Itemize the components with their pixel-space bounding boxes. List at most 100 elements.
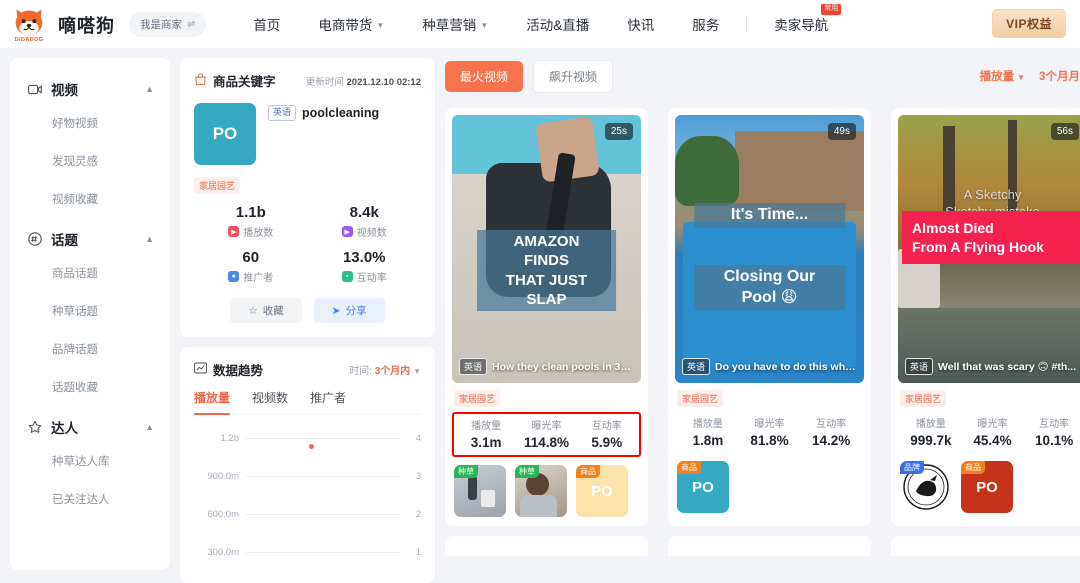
sidebar-item-brand-topic[interactable]: 品牌话题: [10, 330, 170, 368]
nav-item-marketing[interactable]: 种草营销 ▼: [403, 14, 507, 34]
share-button[interactable]: ➤ 分享: [313, 298, 385, 323]
share-icon: ➤: [331, 304, 341, 317]
stat-value: 45.4%: [973, 433, 1012, 448]
y2-tick-label: 3: [415, 471, 421, 482]
sidebar-group-influencer[interactable]: 达人 ▲: [10, 412, 170, 442]
video-caption: 英语 Do you have to do this whe...: [682, 358, 857, 375]
time-range-filter[interactable]: 3个月月: [1039, 68, 1080, 84]
sidebar-item-good-videos[interactable]: 好物视频: [10, 104, 170, 142]
card-title-wrap: 数据趋势: [194, 360, 263, 379]
page-body: 视频 ▲ 好物视频 发现灵感 视频收藏 话题 ▲ 商品话题 种草话题 品牌 话题 …: [0, 48, 1080, 583]
overlay-line: SLAP: [526, 290, 567, 308]
sidebar-group-topic[interactable]: 话题 ▲: [10, 224, 170, 254]
stat-value: 999.7k: [910, 433, 952, 448]
sidebar-group-video[interactable]: 视频 ▲: [10, 74, 170, 104]
stat-value: 14.2%: [812, 433, 851, 448]
stat-label: 视频数: [356, 228, 387, 239]
stat-value: 1.8m: [692, 433, 724, 448]
video-card-partial[interactable]: [668, 536, 871, 556]
video-thumbnail[interactable]: 25s AMAZON FINDS THAT JUST SLAP 英语 How t…: [452, 115, 641, 383]
logo[interactable]: DIDADOG 嘀嗒狗: [8, 6, 115, 43]
tab-label: 播放量: [194, 391, 231, 405]
sidebar-item-influencer-library[interactable]: 种草达人库: [10, 442, 170, 480]
nav-item-events-live[interactable]: 活动&直播: [507, 14, 608, 34]
stat-label-wrap: ▶ 视频数: [308, 224, 422, 239]
video-card[interactable]: 25s AMAZON FINDS THAT JUST SLAP 英语 How t…: [445, 108, 648, 526]
video-thumbnail[interactable]: 49s It's Time... Closing Our Pool 😩 英语 D…: [675, 115, 864, 383]
related-thumb[interactable]: 品牌: [900, 461, 952, 513]
sidebar-item-product-topic[interactable]: 商品话题: [10, 254, 170, 292]
related-thumb[interactable]: 商品 PO: [961, 461, 1013, 513]
gridline: [246, 552, 401, 553]
stat-plays: 1.1b ▶ 播放数: [194, 204, 308, 239]
favorite-button[interactable]: ☆ 收藏: [230, 298, 302, 323]
video-overlay-text: It's Time...: [693, 203, 846, 228]
video-stats: 播放量 3.1m 曝光率 114.8% 互动率 5.9%: [452, 412, 641, 457]
sidebar-item-discover-inspiration[interactable]: 发现灵感: [10, 142, 170, 180]
tab-video-count[interactable]: 视频数: [252, 383, 288, 414]
stat-value: 81.8%: [750, 433, 789, 448]
overlay-line: A Sketchy: [963, 187, 1022, 203]
stat-engagement: 13.0% ▪ 互动率: [308, 249, 422, 284]
overlay-line: Closing Our: [723, 268, 816, 286]
video-card-partial[interactable]: [445, 536, 648, 556]
related-thumb[interactable]: 种草: [454, 465, 506, 517]
trend-tabs: 播放量 视频数 推广者: [194, 383, 421, 415]
vip-button[interactable]: VIP权益: [992, 9, 1066, 38]
trend-time-filter[interactable]: 时间: 3个月内 ▼: [349, 362, 421, 377]
sidebar-item-video-favorites[interactable]: 视频收藏: [10, 180, 170, 218]
main-nav: 首页 电商带货 ▼ 种草营销 ▼ 活动&直播 快讯 服务 卖家导航 常用: [234, 4, 847, 34]
tab-plays[interactable]: 播放量: [194, 383, 231, 415]
chevron-down-icon: ▼: [1017, 73, 1026, 82]
related-thumb[interactable]: 商品 PO: [677, 461, 729, 513]
gridline-2: 900.0m 3: [194, 471, 421, 482]
video-card[interactable]: 56s A Sketchy Sketchy mistake Almost Die…: [891, 108, 1080, 526]
stat-label: 曝光率: [977, 419, 1008, 430]
logo-mark: DIDADOG: [8, 6, 50, 43]
stat-label: 曝光率: [531, 421, 562, 432]
sort-by-plays-filter[interactable]: 播放量 ▼: [980, 68, 1025, 84]
video-filters: 播放量 ▼ 3个月月: [980, 68, 1080, 84]
related-thumb[interactable]: 商品 PO: [576, 465, 628, 517]
related-thumbnails: 品牌 商品 PO: [898, 461, 1080, 513]
thumb-badge: 种草: [454, 465, 478, 479]
overlay-line: FINDS: [523, 252, 569, 270]
sidebar-item-label: 种草达人库: [52, 456, 110, 468]
nav-item-news[interactable]: 快讯: [608, 14, 673, 34]
sidebar-item-topic-favorites[interactable]: 话题收藏: [10, 368, 170, 406]
nav-item-home[interactable]: 首页: [234, 14, 299, 34]
stat-label-wrap: ▪ 互动率: [308, 269, 422, 284]
data-point[interactable]: [309, 444, 314, 449]
tab-promoters[interactable]: 推广者: [310, 383, 346, 414]
star-icon: ☆: [248, 304, 258, 317]
role-switcher-chip[interactable]: 我是商家 ⇌: [129, 11, 207, 37]
tab-hottest-videos[interactable]: 最火视频: [445, 60, 524, 92]
keyword-actions: ☆ 收藏 ➤ 分享: [194, 298, 421, 323]
dog-logo-icon: [15, 9, 43, 35]
update-time-value: 2021.12.10 02:12: [346, 76, 421, 88]
stat-label: 播放量: [915, 419, 946, 430]
related-thumb[interactable]: 种草: [515, 465, 567, 517]
video-icon: [28, 84, 43, 95]
favorite-label: 收藏: [262, 305, 284, 317]
figure-shape: [467, 476, 477, 500]
video-card[interactable]: 49s It's Time... Closing Our Pool 😩 英语 D…: [668, 108, 871, 526]
sidebar-item-followed-influencers[interactable]: 已关注达人: [10, 480, 170, 518]
nav-item-ecommerce[interactable]: 电商带货 ▼: [299, 14, 403, 34]
tab-rising-videos[interactable]: 飙升视频: [533, 59, 614, 93]
video-overlay-text: Almost Died From A Flying Hook: [902, 211, 1080, 264]
nav-item-seller-nav[interactable]: 卖家导航 常用: [755, 4, 847, 34]
right-column: 最火视频 飙升视频 播放量 ▼ 3个月月 25s AMAZON FINDS TH…: [445, 58, 1080, 583]
sidebar-item-seeding-topic[interactable]: 种草话题: [10, 292, 170, 330]
keyword-thumbnail[interactable]: PO: [194, 103, 256, 165]
nav-item-services[interactable]: 服务: [673, 14, 738, 34]
chart-icon: [194, 362, 207, 377]
video-caption-text: How they clean pools in 30...: [492, 360, 634, 373]
sidebar-item-label: 好物视频: [52, 118, 98, 130]
nav-label: 种草营销: [422, 18, 477, 33]
y2-tick-label: 2: [415, 509, 421, 520]
y2-tick-label: 4: [415, 433, 421, 444]
video-thumbnail[interactable]: 56s A Sketchy Sketchy mistake Almost Die…: [898, 115, 1080, 383]
stat-label: 互动率: [1039, 419, 1070, 430]
video-card-partial[interactable]: [891, 536, 1080, 556]
